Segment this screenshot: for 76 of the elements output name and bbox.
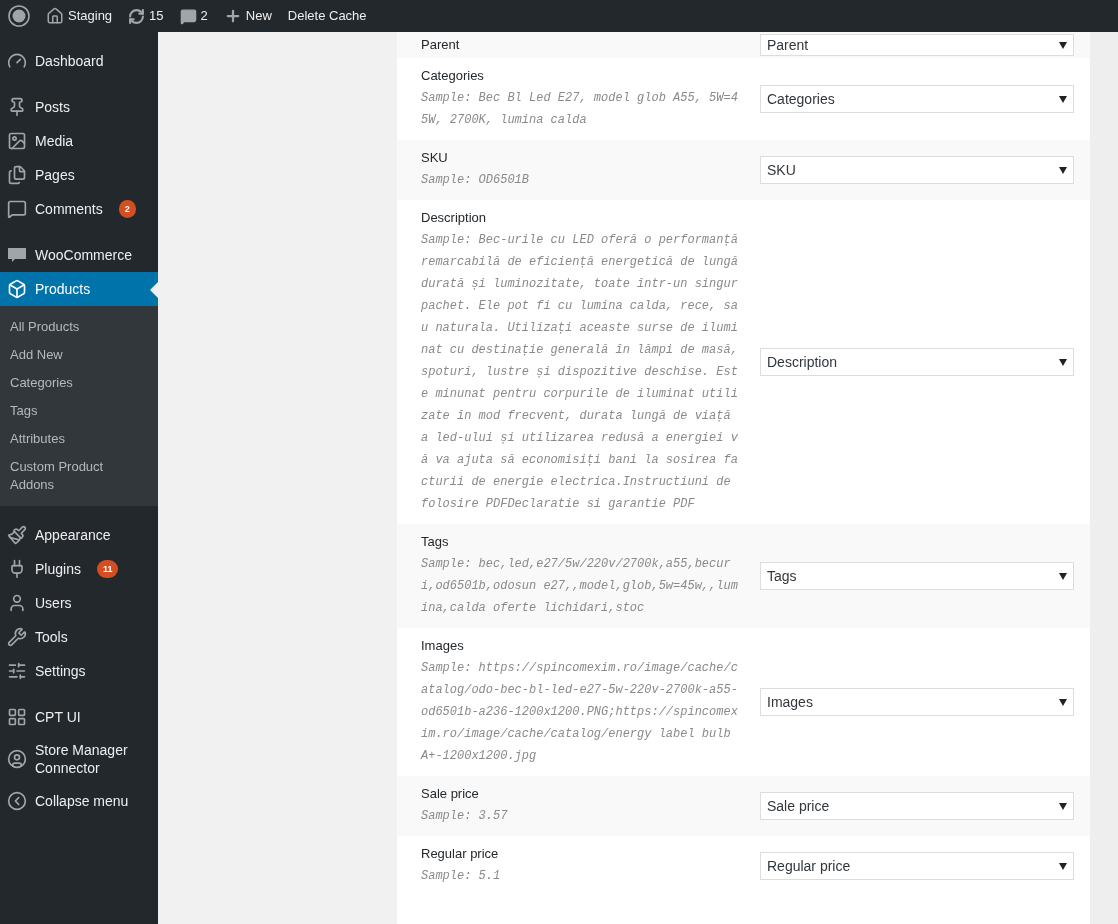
dropdown-caret-icon — [1059, 41, 1067, 49]
delete-cache-link[interactable]: Delete Cache — [287, 6, 367, 26]
comments-link[interactable]: 2 — [179, 6, 208, 26]
menu-item[interactable]: Appearance — [0, 518, 158, 552]
sample-text: Sample: bec,led,e27/5w/220v/2700k,a55,becuri,od6501b,odosun e27,,model,glob,5w=45w,,lumina,calda oferte lichidari,stoc — [421, 556, 739, 617]
select-field[interactable]: Regular price — [760, 852, 1074, 880]
menu-item[interactable]: Settings — [0, 654, 158, 688]
sample-text: Sample: OD6501B — [421, 172, 531, 189]
dropdown-caret-icon — [1059, 572, 1067, 580]
sample-text: Sample: https://spincomexim.ro/image/cache/catalog/odo-bec-bl-led-e27-5w-220v-2700k-a55-od6501b-a236-1200x1200.PNG;https://spincomexim.ro/image/cache/catalog/energy label bulb A+-1200x1200.jpg — [421, 660, 739, 765]
comment-icon — [7, 199, 27, 219]
field-label: Parent — [421, 36, 461, 54]
media-icon — [7, 131, 27, 151]
sample-text: Sample: 3.57 — [421, 808, 509, 825]
select-field[interactable]: Sale price — [760, 792, 1074, 820]
count-badge: 2 — [118, 200, 136, 218]
submenu-item[interactable]: Tags — [0, 397, 158, 425]
menu-item[interactable]: Dashboard — [0, 44, 158, 78]
dropdown-caret-icon — [1059, 95, 1067, 103]
paintbrush-icon — [7, 525, 27, 545]
new-link[interactable]: New — [223, 6, 272, 26]
updates-link[interactable]: 15 — [128, 6, 164, 26]
speech-bubble-icon — [7, 245, 27, 265]
sample-text: Sample: Bec-urile cu LED oferă o performanță remarcabilă de eficiență energetică de lungă durată și luminozitate, toate într-un singur pachet. Ele pot fi cu lumina calda, rece, sau naturala. Utilizați aceaste surse de iluminat cu destinație generală în lămpi de masă, spoturi, lustre și dispozitive deschise. Este minunat pentru corpurile de iluminat utilizate în mod frecvent, durata lungă de viață a led-ului și utilizarea redusă a energiei vă va ajuta să economisiți bani la sosirea facturii de energie electrica.Instructiuni de folosire PDFDeclaratie si garantie PDF — [421, 232, 739, 513]
menu-item[interactable]: Products — [0, 272, 158, 306]
submenu-item[interactable]: Attributes — [0, 425, 158, 453]
submenu-item[interactable]: Add New — [0, 341, 158, 369]
comment-icon — [179, 7, 197, 25]
field-label: Images — [421, 637, 465, 655]
dropdown-caret-icon — [1059, 358, 1067, 366]
sample-text: Sample: 5.1 — [421, 868, 502, 885]
count-badge: 11 — [96, 560, 119, 578]
field-label: Description — [421, 209, 488, 227]
select-field[interactable]: Description — [760, 348, 1074, 376]
select-field[interactable]: SKU — [760, 156, 1074, 184]
sample-text: Sample: Bec Bl Led E27, model glob A55, 5W=45W, 2700K, lumina calda — [421, 90, 739, 129]
select-field[interactable]: Tags — [760, 562, 1074, 590]
pages-icon — [7, 165, 27, 185]
submenu-item[interactable]: All Products — [0, 313, 158, 341]
select-field[interactable]: Parent — [760, 34, 1074, 56]
home-icon — [46, 7, 64, 25]
refresh-icon — [128, 7, 146, 25]
menu-item[interactable]: Comments 2 — [0, 192, 158, 226]
submenu-item[interactable]: Categories — [0, 369, 158, 397]
field-label: Regular price — [421, 845, 500, 863]
dashboard-icon — [7, 51, 27, 71]
circle-icon — [7, 749, 27, 769]
menu-item[interactable]: WooCommerce — [0, 238, 158, 272]
field-label: Categories — [421, 67, 485, 85]
collapse-icon — [7, 791, 27, 811]
pin-icon — [7, 97, 27, 117]
user-icon — [7, 593, 27, 613]
box-icon — [7, 279, 27, 299]
menu-item[interactable]: Users — [0, 586, 158, 620]
field-label: Tags — [421, 533, 450, 551]
menu-item[interactable]: Pages — [0, 158, 158, 192]
wrench-icon — [7, 627, 27, 647]
menu-item[interactable]: Collapse menu — [0, 784, 158, 818]
menu-item[interactable]: Plugins 11 — [0, 552, 158, 586]
menu-item[interactable]: CPT UI — [0, 700, 158, 734]
dropdown-caret-icon — [1059, 802, 1067, 810]
dropdown-caret-icon — [1059, 862, 1067, 870]
menu-item[interactable]: Store Manager Connector — [0, 734, 158, 784]
submenu-item[interactable]: Custom Product Addons — [0, 453, 158, 499]
settings-icon — [7, 661, 27, 681]
site-link[interactable]: Staging — [46, 6, 113, 26]
field-label: Sale price — [421, 785, 480, 803]
select-field[interactable]: Images — [760, 688, 1074, 716]
grid-icon — [7, 707, 27, 727]
menu-item[interactable]: Tools — [0, 620, 158, 654]
menu-item[interactable]: Media — [0, 124, 158, 158]
field-label: SKU — [421, 149, 449, 167]
menu-item[interactable]: Posts — [0, 90, 158, 124]
dropdown-caret-icon — [1059, 166, 1067, 174]
dropdown-caret-icon — [1059, 698, 1067, 706]
select-field[interactable]: Categories — [760, 85, 1074, 113]
